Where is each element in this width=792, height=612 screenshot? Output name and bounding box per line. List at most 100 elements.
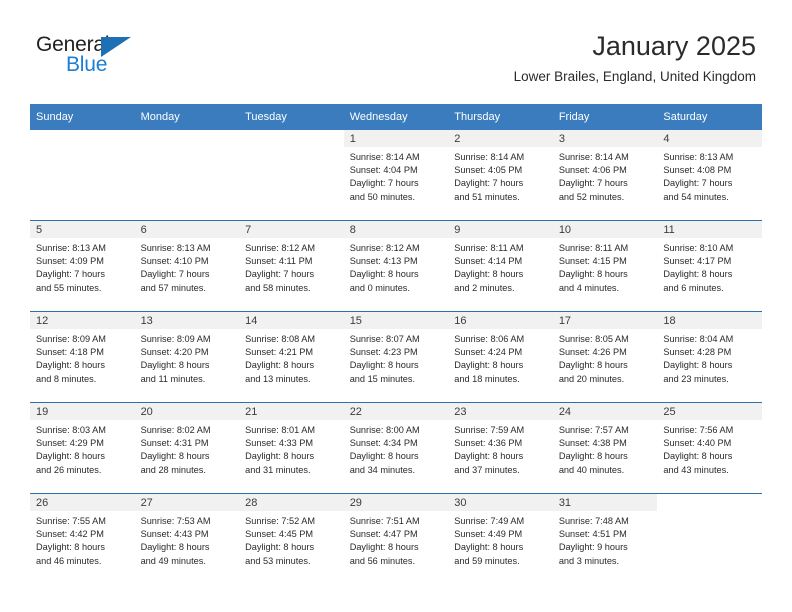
day-number: [134, 130, 240, 147]
calendar-day-cell[interactable]: 5 Sunrise: 8:13 AM Sunset: 4:09 PM Daylight…: [30, 220, 135, 312]
daylight-duration-line2: and 43 minutes.: [663, 464, 729, 475]
calendar-day-cell[interactable]: 9 Sunrise: 8:11 AM Sunset: 4:14 PM Daylight…: [448, 220, 553, 312]
day-number: 15: [343, 312, 449, 329]
daylight-duration-line1: Daylight: 8 hours: [558, 451, 628, 462]
sunrise-time: Sunrise: 8:04 AM: [663, 334, 734, 344]
column-header-tuesday: Tuesday: [239, 104, 344, 130]
day-details: Sunrise: 8:14 AM Sunset: 4:04 PM Daylight:…: [344, 147, 449, 204]
day-details: Sunrise: 7:57 AM Sunset: 4:38 PM Daylight:…: [553, 420, 658, 477]
day-details: Sunrise: 8:10 AM Sunset: 4:17 PM Daylight:…: [657, 238, 762, 295]
daylight-duration-line2: and 34 minutes.: [349, 464, 416, 475]
calendar-day-cell[interactable]: 1 Sunrise: 8:14 AM Sunset: 4:04 PM Daylight…: [343, 130, 449, 221]
day-number: 25: [657, 403, 762, 420]
day-details: Sunrise: 7:49 AM Sunset: 4:49 PM Daylight:…: [448, 511, 553, 568]
sunrise-time: Sunrise: 8:13 AM: [36, 243, 106, 253]
calendar-day-cell[interactable]: 21 Sunrise: 8:01 AM Sunset: 4:33 PM Dayligh…: [239, 402, 344, 494]
daylight-duration-line2: and 28 minutes.: [140, 464, 206, 475]
day-details: Sunrise: 7:51 AM Sunset: 4:47 PM Daylight:…: [344, 511, 449, 568]
sunset-time: Sunset: 4:45 PM: [245, 529, 314, 540]
daylight-duration-line2: and 2 minutes.: [454, 282, 515, 293]
calendar-day-cell[interactable]: 8 Sunrise: 8:12 AM Sunset: 4:13 PM Daylight…: [343, 220, 449, 312]
calendar-day-cell[interactable]: 25 Sunrise: 7:56 AM Sunset: 4:40 PM Dayligh…: [657, 402, 762, 494]
calendar-day-cell[interactable]: 11 Sunrise: 8:10 AM Sunset: 4:17 PM Dayligh…: [657, 220, 762, 312]
daylight-duration-line2: and 3 minutes.: [558, 555, 620, 566]
day-cell-inner: 28 Sunrise: 7:52 AM Sunset: 4:45 PM Dayligh…: [239, 494, 344, 584]
daylight-duration-line2: and 18 minutes.: [454, 373, 520, 384]
calendar-day-cell[interactable]: 22 Sunrise: 8:00 AM Sunset: 4:34 PM Dayligh…: [343, 402, 449, 494]
day-details: Sunrise: 8:04 AM Sunset: 4:28 PM Daylight:…: [657, 329, 762, 386]
sunrise-time: Sunrise: 7:56 AM: [663, 425, 734, 435]
day-number: 7: [239, 221, 344, 238]
daylight-duration-line1: Daylight: 7 hours: [140, 269, 210, 280]
day-details: Sunrise: 8:05 AM Sunset: 4:26 PM Daylight:…: [553, 329, 658, 386]
day-cell-inner: 6 Sunrise: 8:13 AM Sunset: 4:10 PM Daylight…: [134, 221, 240, 311]
calendar-day-cell[interactable]: 12 Sunrise: 8:09 AM Sunset: 4:18 PM Dayligh…: [30, 311, 135, 403]
calendar-day-cell[interactable]: 28 Sunrise: 7:52 AM Sunset: 4:45 PM Dayligh…: [239, 493, 344, 584]
day-details: Sunrise: 8:03 AM Sunset: 4:29 PM Daylight:…: [30, 420, 135, 477]
day-cell-inner: 14 Sunrise: 8:08 AM Sunset: 4:21 PM Dayligh…: [239, 312, 344, 402]
calendar-day-cell[interactable]: 31 Sunrise: 7:48 AM Sunset: 4:51 PM Dayligh…: [552, 493, 658, 584]
day-details: Sunrise: 8:13 AM Sunset: 4:09 PM Daylight:…: [30, 238, 135, 295]
daylight-duration-line2: and 40 minutes.: [558, 464, 625, 475]
calendar-day-cell[interactable]: 17 Sunrise: 8:05 AM Sunset: 4:26 PM Dayligh…: [552, 311, 658, 403]
calendar-day-cell[interactable]: 20 Sunrise: 8:02 AM Sunset: 4:31 PM Dayligh…: [134, 402, 240, 494]
day-cell-inner: 19 Sunrise: 8:03 AM Sunset: 4:29 PM Dayligh…: [30, 403, 135, 493]
calendar-day-cell[interactable]: 19 Sunrise: 8:03 AM Sunset: 4:29 PM Dayligh…: [30, 402, 135, 494]
calendar-day-cell[interactable]: 29 Sunrise: 7:51 AM Sunset: 4:47 PM Dayligh…: [343, 493, 449, 584]
day-details: Sunrise: 8:13 AM Sunset: 4:10 PM Daylight:…: [135, 238, 240, 295]
sunset-time: Sunset: 4:09 PM: [36, 256, 104, 267]
day-of-week-header-row: Sunday Monday Tuesday Wednesday Thursday…: [30, 104, 762, 130]
day-number: 17: [552, 312, 658, 329]
daylight-duration-line2: and 6 minutes.: [663, 282, 724, 293]
daylight-duration-line2: and 31 minutes.: [245, 464, 311, 475]
daylight-duration-line2: and 15 minutes.: [349, 373, 416, 384]
daylight-duration-line1: Daylight: 8 hours: [663, 269, 733, 280]
calendar-day-cell[interactable]: 23 Sunrise: 7:59 AM Sunset: 4:36 PM Dayligh…: [448, 402, 553, 494]
day-number: 31: [552, 494, 658, 511]
day-number: 11: [657, 221, 762, 238]
sunrise-time: Sunrise: 8:12 AM: [245, 243, 316, 253]
calendar-day-cell[interactable]: 18 Sunrise: 8:04 AM Sunset: 4:28 PM Dayligh…: [657, 311, 762, 403]
calendar-day-cell[interactable]: 15 Sunrise: 8:07 AM Sunset: 4:23 PM Dayligh…: [343, 311, 449, 403]
sunset-time: Sunset: 4:18 PM: [36, 347, 104, 358]
page-title: January 2025: [592, 31, 756, 61]
calendar-day-cell[interactable]: 24 Sunrise: 7:57 AM Sunset: 4:38 PM Dayligh…: [552, 402, 658, 494]
sunset-time: Sunset: 4:15 PM: [558, 256, 627, 267]
daylight-duration-line2: and 50 minutes.: [349, 191, 416, 202]
calendar-day-cell[interactable]: 13 Sunrise: 8:09 AM Sunset: 4:20 PM Dayligh…: [134, 311, 240, 403]
calendar-day-cell[interactable]: 14 Sunrise: 8:08 AM Sunset: 4:21 PM Dayligh…: [239, 311, 344, 403]
sunrise-time: Sunrise: 8:06 AM: [454, 334, 525, 344]
daylight-duration-line1: Daylight: 8 hours: [36, 360, 105, 371]
daylight-duration-line1: Daylight: 8 hours: [140, 451, 210, 462]
calendar-day-cell[interactable]: 27 Sunrise: 7:53 AM Sunset: 4:43 PM Dayligh…: [134, 493, 240, 584]
sunset-time: Sunset: 4:36 PM: [454, 438, 523, 449]
calendar-day-cell[interactable]: 3 Sunrise: 8:14 AM Sunset: 4:06 PM Daylight…: [552, 130, 658, 221]
sunset-time: Sunset: 4:04 PM: [349, 165, 418, 176]
calendar-day-cell[interactable]: 30 Sunrise: 7:49 AM Sunset: 4:49 PM Dayligh…: [448, 493, 553, 584]
calendar-day-cell[interactable]: 4 Sunrise: 8:13 AM Sunset: 4:08 PM Daylight…: [657, 130, 762, 221]
daylight-duration-line2: and 51 minutes.: [454, 191, 520, 202]
calendar-body: 1 Sunrise: 8:14 AM Sunset: 4:04 PM Daylight…: [30, 130, 762, 584]
sunset-time: Sunset: 4:42 PM: [36, 529, 104, 540]
day-details: [135, 147, 240, 151]
logo-text-blue: Blue: [66, 53, 108, 76]
sunset-time: Sunset: 4:23 PM: [349, 347, 418, 358]
calendar-day-cell[interactable]: 7 Sunrise: 8:12 AM Sunset: 4:11 PM Daylight…: [239, 220, 344, 312]
day-cell-inner: 15 Sunrise: 8:07 AM Sunset: 4:23 PM Dayligh…: [343, 312, 449, 402]
calendar-day-cell[interactable]: 2 Sunrise: 8:14 AM Sunset: 4:05 PM Daylight…: [448, 130, 553, 221]
daylight-duration-line2: and 55 minutes.: [36, 282, 102, 293]
column-header-wednesday: Wednesday: [343, 104, 449, 130]
day-cell-inner: 27 Sunrise: 7:53 AM Sunset: 4:43 PM Dayligh…: [134, 494, 240, 584]
day-cell-inner: 23 Sunrise: 7:59 AM Sunset: 4:36 PM Dayligh…: [448, 403, 553, 493]
sunset-time: Sunset: 4:51 PM: [558, 529, 627, 540]
calendar-day-cell[interactable]: 6 Sunrise: 8:13 AM Sunset: 4:10 PM Daylight…: [134, 220, 240, 312]
day-number: [30, 130, 135, 147]
day-details: [657, 511, 762, 515]
calendar-day-cell[interactable]: 10 Sunrise: 8:11 AM Sunset: 4:15 PM Dayligh…: [552, 220, 658, 312]
calendar-day-cell[interactable]: 16 Sunrise: 8:06 AM Sunset: 4:24 PM Dayligh…: [448, 311, 553, 403]
sunset-time: Sunset: 4:13 PM: [349, 256, 418, 267]
day-number: 2: [448, 130, 553, 147]
general-blue-logo[interactable]: General Blue: [36, 33, 156, 81]
calendar-day-cell[interactable]: 26 Sunrise: 7:55 AM Sunset: 4:42 PM Dayligh…: [30, 493, 135, 584]
column-header-sunday: Sunday: [30, 104, 135, 130]
